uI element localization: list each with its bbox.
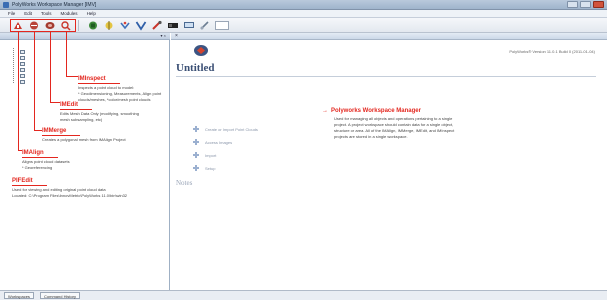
- plus-icon: [193, 139, 199, 145]
- pane-controls[interactable]: ▾ ×: [156, 34, 166, 38]
- callout-connector: [66, 32, 67, 76]
- tree-item[interactable]: [20, 79, 27, 85]
- menu-modules[interactable]: Modules: [61, 10, 78, 17]
- callout-imalign: IMAlign Aligns point cloud datasets * Ge…: [22, 150, 172, 170]
- folder-icon: [20, 74, 25, 78]
- minimize-button[interactable]: [567, 1, 578, 8]
- link-import-point-clouds[interactable]: Create or Import Point Clouds: [193, 126, 258, 132]
- link-import[interactable]: Import: [193, 152, 216, 158]
- module-5-button[interactable]: [87, 20, 99, 31]
- plus-icon: [193, 165, 199, 171]
- version-text: PolyWorks® Version 11.0.1 Build 0 (2011-…: [509, 49, 595, 54]
- toolbar-separator: [78, 20, 79, 31]
- maximize-button[interactable]: [580, 1, 591, 8]
- callout-desc-line: project. A project workspace should cont…: [334, 122, 454, 127]
- module-9-button[interactable]: [151, 20, 163, 31]
- callout-desc-line: * Georeferencing: [22, 165, 53, 170]
- folder-icon: [20, 62, 25, 66]
- callout-title: → Polyworks Workspace Manager: [322, 108, 467, 115]
- link-access-images[interactable]: Access Images: [193, 139, 232, 145]
- callout-workspace-manager: → Polyworks Workspace Manager Used for m…: [322, 108, 467, 139]
- callout-connector: [34, 32, 35, 130]
- bottom-tab-bar: Workspaces Command History: [0, 290, 607, 300]
- toolbar-highlight: [10, 19, 76, 32]
- title-bar: PolyWorks Workspace Manager [IMV]: [0, 0, 607, 10]
- workspace-pane-header: ▾ ×: [0, 33, 170, 40]
- window-controls: [567, 1, 604, 8]
- menu-tools[interactable]: Tools: [41, 10, 52, 17]
- menu-help[interactable]: Help: [87, 10, 96, 17]
- menu-file[interactable]: File: [8, 10, 15, 17]
- window-title: PolyWorks Workspace Manager [IMV]: [12, 2, 97, 8]
- callout-desc-line: Aligns point cloud datasets: [22, 159, 70, 164]
- callout-title-text: Polyworks Workspace Manager: [331, 108, 421, 114]
- toolbar: [0, 18, 607, 33]
- callout-immerge: IMMerge Creates a polygonal mesh from IM…: [42, 128, 192, 142]
- callout-connector: [34, 130, 42, 131]
- callout-desc-line: projects are stored in a single workspac…: [334, 134, 408, 139]
- callout-title: PIFEdit: [12, 178, 47, 186]
- folder-icon: [20, 68, 25, 72]
- arrow-icon: →: [322, 108, 328, 114]
- callout-title: IMMerge: [42, 128, 81, 136]
- link-label: Import: [205, 152, 217, 158]
- module-8-button[interactable]: [135, 20, 147, 31]
- callout-title: IMInspect: [78, 76, 120, 84]
- polyworks-logo-icon: [194, 45, 208, 56]
- link-label: Create or Import Point Clouds: [205, 126, 258, 132]
- module-9-icon: [152, 20, 162, 30]
- plus-icon: [193, 126, 199, 132]
- module-7-button[interactable]: [119, 20, 131, 31]
- link-label: Setup: [205, 165, 216, 171]
- title-divider: [176, 76, 596, 77]
- link-setup[interactable]: Setup: [193, 165, 215, 171]
- callout-title: IMAlign: [22, 150, 58, 158]
- display-icon: [184, 22, 194, 28]
- module-5-icon: [89, 21, 97, 30]
- app-icon: [3, 2, 9, 8]
- toolbar-dropdown[interactable]: [215, 21, 229, 30]
- plus-icon: [193, 152, 199, 158]
- callout-desc-line: Creates a polygonal mesh from IMAlign Pr…: [42, 137, 126, 142]
- folder-icon: [20, 80, 25, 84]
- menu-bar: File Edit Tools Modules Help: [0, 10, 607, 18]
- close-icon[interactable]: ×: [175, 33, 603, 40]
- folder-icon: [20, 50, 25, 54]
- tree-root[interactable]: [8, 42, 12, 48]
- link-label: Access Images: [205, 139, 233, 145]
- workspace-title: Untitled: [176, 62, 215, 74]
- display-button[interactable]: [183, 20, 195, 31]
- workspace-view-pane: × PolyWorks® Version 11.0.1 Build 0 (201…: [171, 33, 607, 290]
- close-button[interactable]: [593, 1, 604, 8]
- tree-connector: [13, 48, 14, 83]
- module-6-icon: [105, 21, 113, 30]
- folder-icon: [20, 56, 25, 60]
- tab-command-history[interactable]: Command History: [40, 292, 81, 299]
- callout-connector: [66, 76, 78, 77]
- callout-connector: [18, 32, 19, 150]
- callout-connector: [50, 102, 60, 103]
- callout-connector: [50, 32, 51, 102]
- callout-desc-line: Used for managing all objects and operat…: [334, 116, 453, 121]
- workspace-view-header: ×: [171, 33, 607, 40]
- module-7-icon: [120, 21, 130, 30]
- callout-title: IMEdit: [60, 102, 92, 110]
- callout-desc-line: structure or area. All of the IMAlign, I…: [334, 128, 455, 133]
- tab-workspaces[interactable]: Workspaces: [4, 292, 34, 299]
- module-6-button[interactable]: [103, 20, 115, 31]
- module-10-button[interactable]: [167, 20, 179, 31]
- notes-heading: Notes: [176, 179, 193, 187]
- settings-button[interactable]: [199, 20, 211, 31]
- module-10-icon: [168, 23, 178, 28]
- menu-edit[interactable]: Edit: [24, 10, 32, 17]
- module-8-icon: [135, 21, 147, 31]
- settings-icon: [200, 21, 209, 30]
